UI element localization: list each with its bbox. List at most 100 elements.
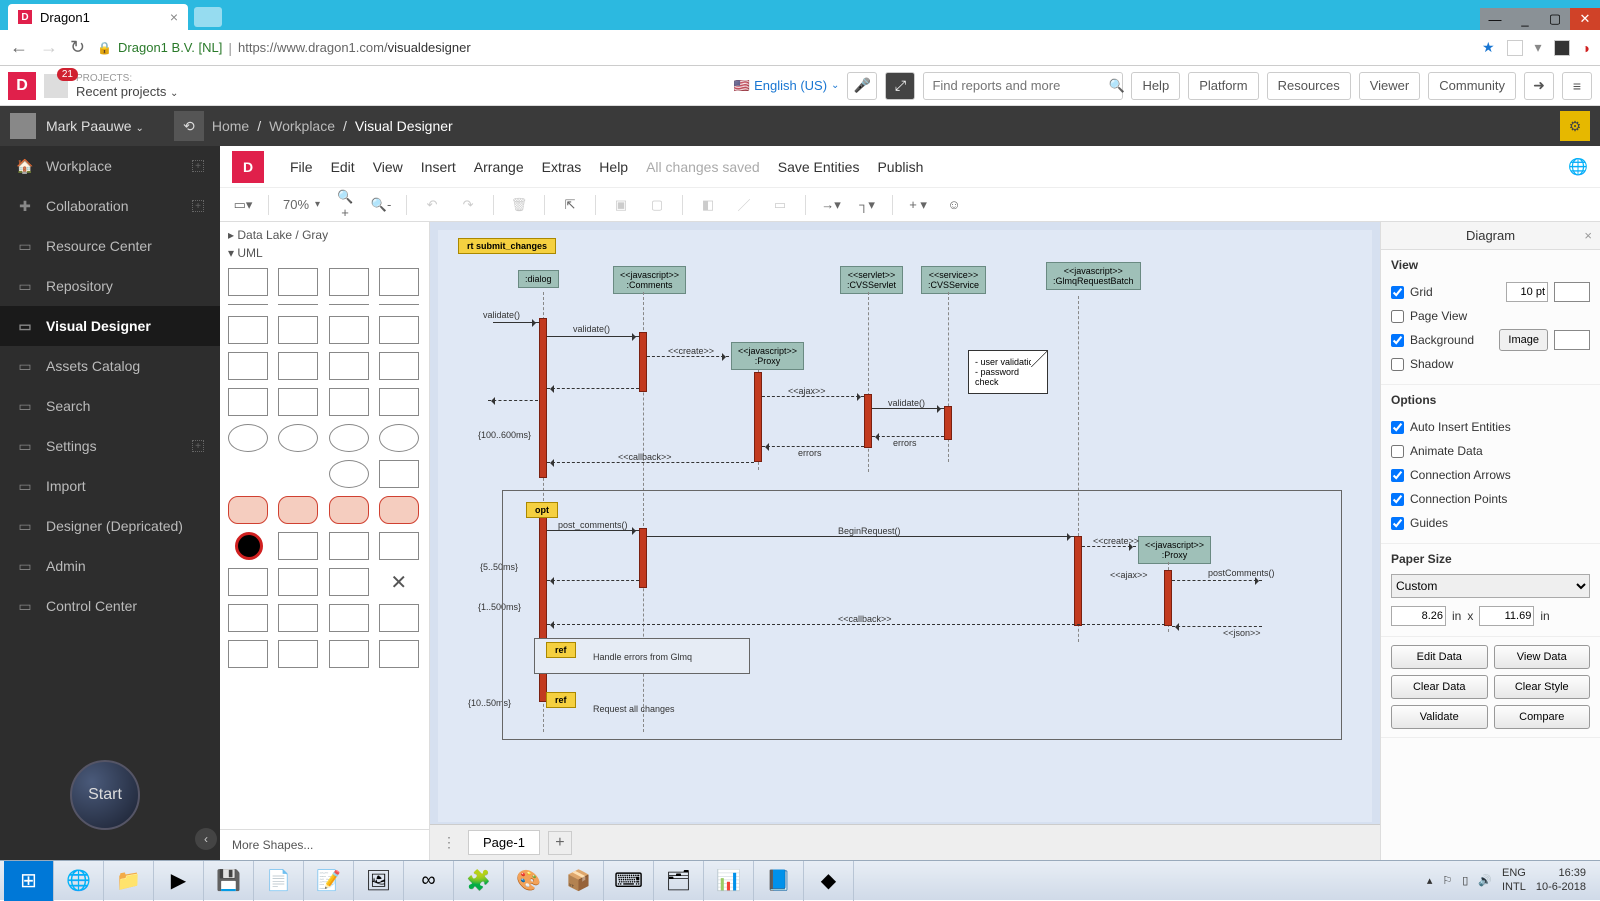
page-tab-1[interactable]: Page-1 xyxy=(468,830,540,855)
shadow-icon[interactable]: ▭ xyxy=(769,197,791,213)
sidebar-item-admin[interactable]: ▭Admin xyxy=(0,546,220,586)
ext-icon-2[interactable] xyxy=(1554,40,1570,56)
palette-shape-43[interactable] xyxy=(379,604,419,632)
sidebar-item-collaboration[interactable]: ✚Collaboration+ xyxy=(0,186,220,226)
diagram-title[interactable]: rt submit_changes xyxy=(458,238,556,254)
btn-clear-style[interactable]: Clear Style xyxy=(1494,675,1591,699)
taskbar-inkscape[interactable]: ◆ xyxy=(804,861,854,901)
globe-icon[interactable]: 🌐 xyxy=(1568,157,1588,177)
nav-platform[interactable]: Platform xyxy=(1188,72,1258,100)
ext-icon-3[interactable]: ◑ xyxy=(1582,40,1590,56)
waypoint-icon[interactable]: ┐▾ xyxy=(856,197,878,213)
url-box[interactable]: 🔒 Dragon1 B.V. [NL] | https://www.dragon… xyxy=(97,40,1470,56)
palette-shape-3[interactable] xyxy=(379,268,419,296)
taskbar-paint[interactable]: 🎨 xyxy=(504,861,554,901)
palette-shape-31[interactable] xyxy=(379,496,419,524)
palette-shape-41[interactable] xyxy=(278,604,318,632)
btn-edit-data[interactable]: Edit Data xyxy=(1391,645,1488,669)
window-close[interactable]: ✕ xyxy=(1570,8,1600,30)
taskbar-folder[interactable]: 🗂 xyxy=(654,861,704,901)
palette-shape-23[interactable] xyxy=(379,424,419,452)
notifications-badge[interactable]: 21 xyxy=(44,74,68,98)
palette-shape-21[interactable] xyxy=(278,424,318,452)
more-shapes-button[interactable]: More Shapes... xyxy=(220,829,429,860)
palette-shape-35[interactable] xyxy=(379,532,419,560)
palette-shape-32[interactable] xyxy=(235,532,263,560)
palette-shape-39[interactable]: ✕ xyxy=(379,568,419,596)
grid-size-input[interactable] xyxy=(1506,282,1548,302)
user-name[interactable]: Mark Paauwe ⌄ xyxy=(46,118,144,134)
palette-shape-25[interactable] xyxy=(278,460,318,488)
sidebar-item-designer-depricated-[interactable]: ▭Designer (Depricated) xyxy=(0,506,220,546)
menu-save-entities[interactable]: Save Entities xyxy=(778,159,860,175)
menu-file[interactable]: File xyxy=(290,159,313,175)
palette-shape-7[interactable] xyxy=(379,304,419,308)
palette-shape-34[interactable] xyxy=(329,532,369,560)
btn-compare[interactable]: Compare xyxy=(1494,705,1591,729)
participant-dialog[interactable]: :dialog xyxy=(518,270,559,288)
participant-servlet[interactable]: <<servlet>> :CVSServlet xyxy=(840,266,903,294)
palette-shape-13[interactable] xyxy=(278,352,318,380)
palette-shape-24[interactable] xyxy=(228,460,268,488)
sidebar-item-resource-center[interactable]: ▭Resource Center xyxy=(0,226,220,266)
line-icon[interactable]: ／ xyxy=(733,195,755,214)
palette-shape-11[interactable] xyxy=(379,316,419,344)
app-logo[interactable]: D xyxy=(8,72,36,100)
language-selector[interactable]: 🇺🇸 English (US) ⌄ xyxy=(734,78,840,94)
note-validation[interactable]: - user validation - password check xyxy=(968,350,1048,394)
ext-menu-icon[interactable]: ▾ xyxy=(1535,39,1542,56)
background-checkbox[interactable] xyxy=(1391,334,1404,347)
panel-close-icon[interactable]: × xyxy=(1584,228,1592,243)
bookmark-star-icon[interactable]: ★ xyxy=(1482,39,1495,56)
palette-group-uml[interactable]: ▾ UML xyxy=(228,244,421,262)
sidebar-item-assets-catalog[interactable]: ▭Assets Catalog xyxy=(0,346,220,386)
palette-shape-33[interactable] xyxy=(278,532,318,560)
fragment-opt[interactable] xyxy=(502,490,1342,740)
menu-help[interactable]: Help xyxy=(599,159,628,175)
paper-width-input[interactable] xyxy=(1391,606,1446,626)
palette-shape-30[interactable] xyxy=(329,496,369,524)
breadcrumb-home[interactable]: Home xyxy=(212,118,249,134)
opt-auto-insert[interactable] xyxy=(1391,421,1404,434)
tray-up-icon[interactable]: ▴ xyxy=(1427,874,1433,887)
window-maximize[interactable]: ▢ xyxy=(1540,8,1570,30)
logout-icon[interactable]: ➜ xyxy=(1524,72,1554,100)
menu-view[interactable]: View xyxy=(373,159,403,175)
taskbar-app1[interactable]: 🧩 xyxy=(454,861,504,901)
emoji-icon[interactable]: ☺ xyxy=(943,197,965,212)
participant-batch[interactable]: <<javascript>> :GlmqRequestBatch xyxy=(1046,262,1141,290)
redo-icon[interactable]: ↷ xyxy=(457,197,479,213)
back-button[interactable]: ← xyxy=(10,37,28,58)
palette-shape-45[interactable] xyxy=(278,640,318,668)
sidebar-item-control-center[interactable]: ▭Control Center xyxy=(0,586,220,626)
palette-shape-6[interactable] xyxy=(329,304,369,308)
participant-service[interactable]: <<service>> :CVSService xyxy=(921,266,986,294)
zoom-out-icon[interactable]: 🔍- xyxy=(370,197,392,213)
browser-tab[interactable]: D Dragon1 × xyxy=(8,4,188,30)
taskbar-app4[interactable]: 📘 xyxy=(754,861,804,901)
palette-shape-8[interactable] xyxy=(228,316,268,344)
paper-height-input[interactable] xyxy=(1479,606,1534,626)
sidebar-item-search[interactable]: ▭Search xyxy=(0,386,220,426)
menu-publish[interactable]: Publish xyxy=(877,159,923,175)
new-tab-button[interactable] xyxy=(194,7,222,27)
palette-shape-36[interactable] xyxy=(228,568,268,596)
palette-shape-9[interactable] xyxy=(278,316,318,344)
palette-shape-15[interactable] xyxy=(379,352,419,380)
palette-shape-38[interactable] xyxy=(329,568,369,596)
nav-help[interactable]: Help xyxy=(1131,72,1180,100)
sidebar-item-import[interactable]: ▭Import xyxy=(0,466,220,506)
menu-extras[interactable]: Extras xyxy=(542,159,582,175)
start-button[interactable]: Start xyxy=(70,760,140,830)
start-menu-icon[interactable]: ⊞ xyxy=(4,861,54,901)
participant-comments[interactable]: <<javascript>> :Comments xyxy=(613,266,686,294)
palette-shape-5[interactable] xyxy=(278,304,318,308)
undo-icon[interactable]: ↶ xyxy=(421,197,443,213)
palette-shape-44[interactable] xyxy=(228,640,268,668)
search-icon[interactable]: 🔍 xyxy=(1108,78,1124,94)
btn-view-data[interactable]: View Data xyxy=(1494,645,1591,669)
palette-shape-14[interactable] xyxy=(329,352,369,380)
mic-icon[interactable]: 🎤 xyxy=(847,72,877,100)
refresh-icon[interactable]: ⟲ xyxy=(174,111,204,141)
page-settings-icon[interactable]: ⚙ xyxy=(1560,111,1590,141)
